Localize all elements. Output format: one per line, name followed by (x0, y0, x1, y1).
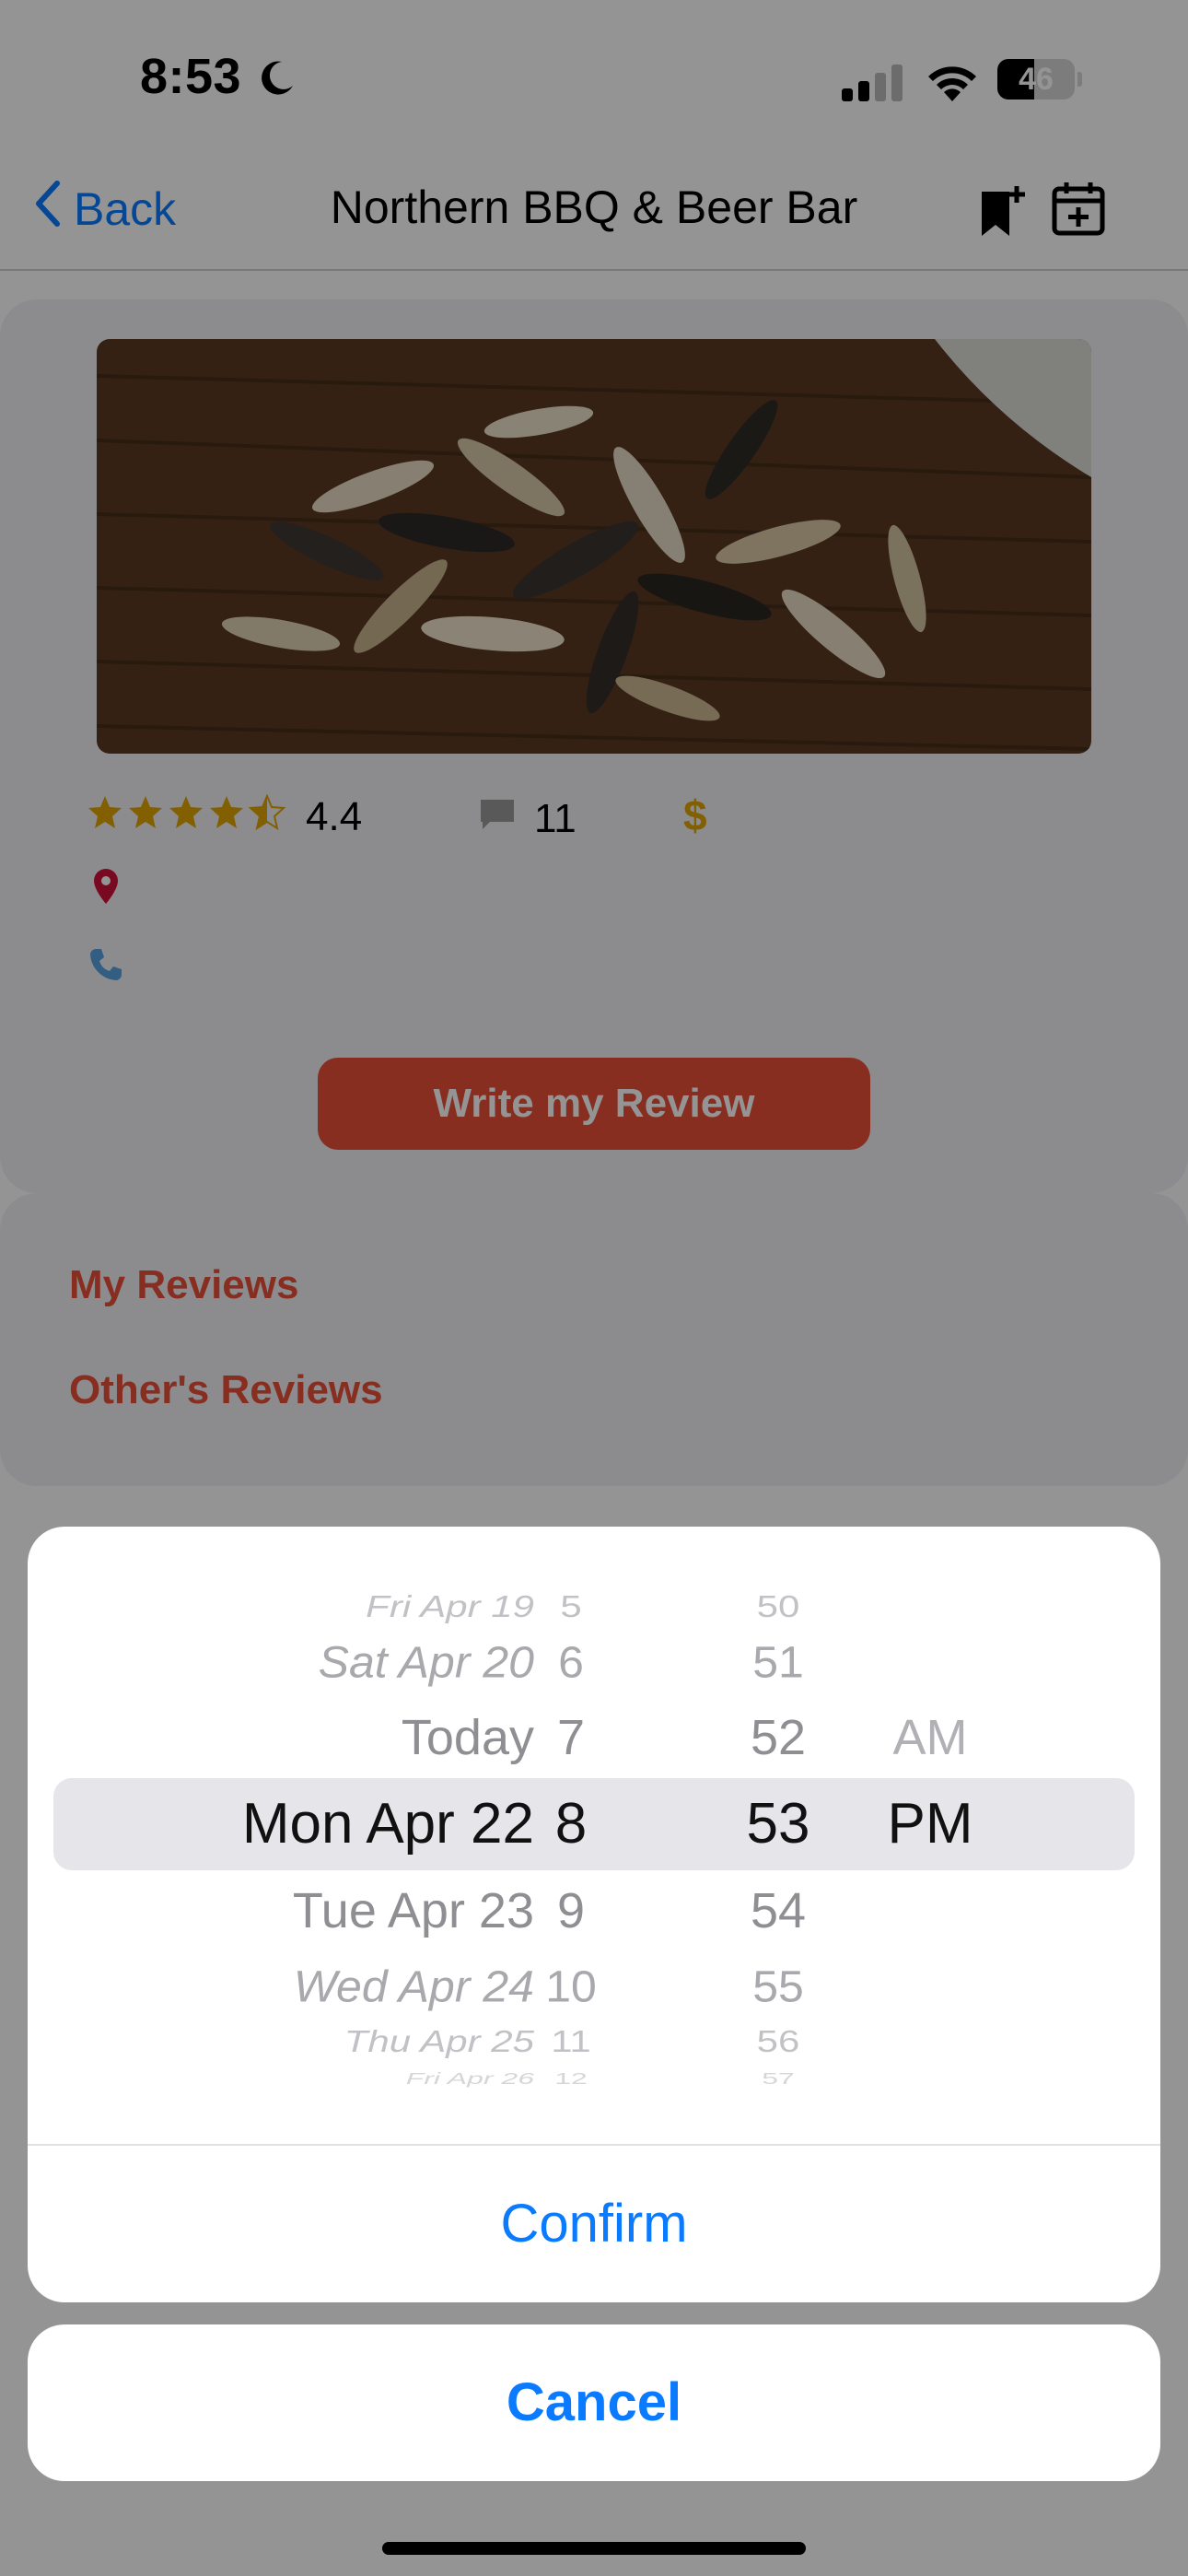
picker-minute-value: 52 (750, 1710, 807, 1765)
picker-date-value: Fri Apr 26 (405, 2069, 534, 2088)
picker-ampm-value: PM (887, 1792, 973, 1856)
datetime-picker-wheel[interactable]: Thu Apr 18449Fri Apr 19550Sat Apr 20651T… (28, 1582, 1160, 2122)
cancel-button[interactable]: Cancel (28, 2324, 1160, 2481)
picker-minute-value: 53 (746, 1792, 810, 1856)
picker-hour-value: 6 (558, 1637, 584, 1687)
picker-hour-value: 9 (556, 1883, 586, 1938)
picker-ampm-value (875, 1951, 985, 2022)
picker-row[interactable]: Mon Apr 22 8 53 PM (28, 1787, 1160, 1861)
picker-row[interactable]: Sat Apr 20 6 51 (28, 1627, 1160, 1698)
picker-minute-value: 57 (762, 2069, 795, 2088)
picker-row[interactable]: Tue Apr 23 9 54 (28, 1874, 1160, 1948)
picker-hour-value: 7 (556, 1710, 586, 1765)
picker-ampm-value (875, 1627, 985, 1698)
picker-row[interactable]: Today 7 52 AM (28, 1701, 1160, 1774)
picker-hour-value: 10 (545, 1961, 597, 2011)
picker-minute-value: 51 (752, 1637, 804, 1687)
picker-date-value: Tue Apr 23 (292, 1883, 534, 1938)
home-indicator (382, 2542, 806, 2555)
picker-row[interactable]: Fri Apr 26 12 57 (28, 2058, 1160, 2099)
picker-date-value: Today (401, 1710, 534, 1765)
picker-hour-value: 8 (554, 1792, 588, 1856)
picker-minute-value: 55 (752, 1961, 804, 2011)
picker-hour-value: 12 (554, 2069, 588, 2088)
datetime-picker-sheet: Thu Apr 18449Fri Apr 19550Sat Apr 20651T… (28, 1527, 1160, 2302)
confirm-button[interactable]: Confirm (28, 2146, 1160, 2302)
picker-date-value: Wed Apr 24 (293, 1961, 534, 2011)
picker-row[interactable]: Wed Apr 24 10 55 (28, 1951, 1160, 2022)
picker-date-value: Mon Apr 22 (241, 1792, 534, 1856)
picker-ampm-value: AM (892, 1710, 968, 1765)
picker-ampm-value (875, 2058, 985, 2099)
picker-date-value: Sat Apr 20 (318, 1637, 534, 1687)
picker-ampm-value (875, 1874, 985, 1948)
picker-minute-value: 54 (750, 1883, 807, 1938)
